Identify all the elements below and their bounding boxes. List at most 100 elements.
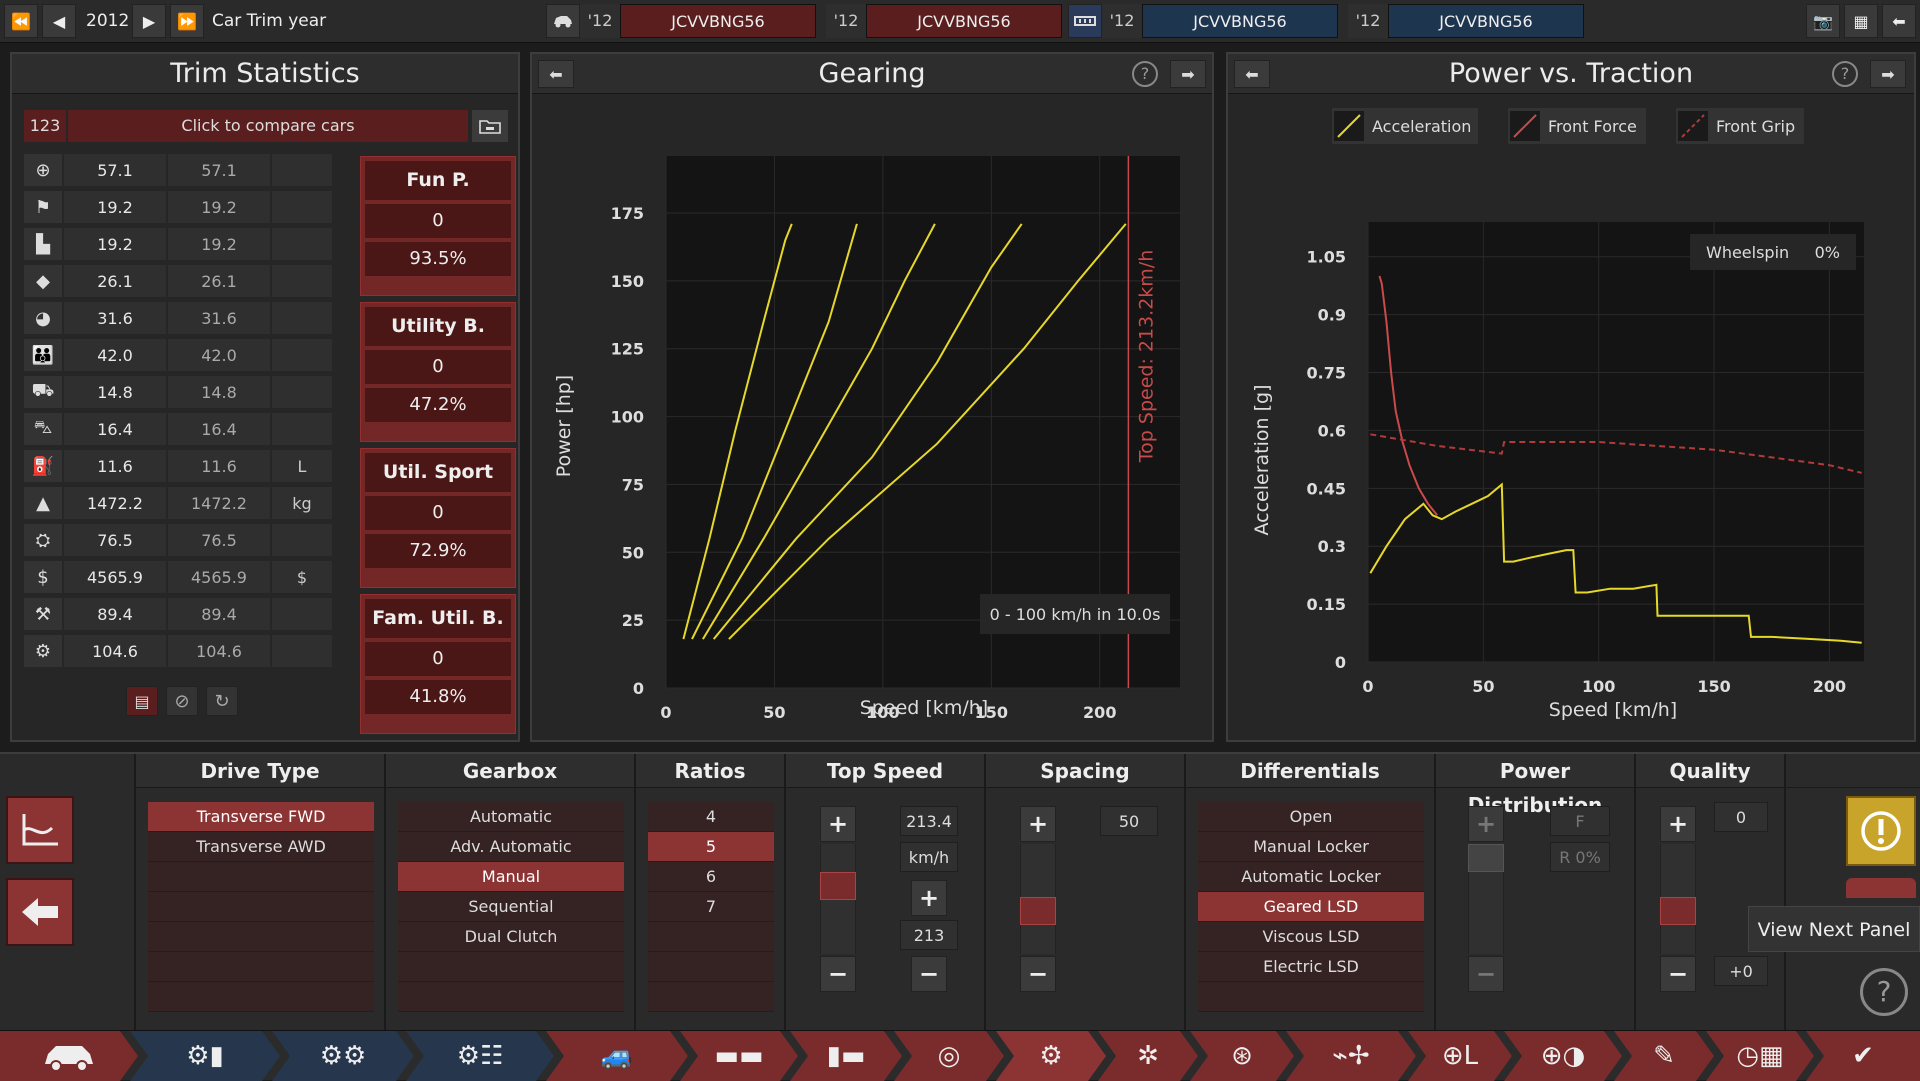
top-speed-slider-handle[interactable]	[820, 872, 856, 900]
stat-compare-value: 1472.2	[168, 487, 270, 519]
prev-year-button[interactable]: ◀	[42, 4, 76, 38]
rating-value: 0	[365, 496, 511, 530]
prev-panel-button[interactable]: ⬅	[538, 60, 574, 88]
power-dist-increase-button[interactable]: +	[1468, 806, 1504, 842]
family-icon: 👪	[24, 339, 62, 371]
tuning-tool-button[interactable]	[6, 796, 74, 864]
car-body-icon	[45, 1046, 93, 1072]
next-panel-button[interactable]: ➡	[1170, 60, 1206, 88]
compare-folder-button[interactable]	[472, 110, 508, 142]
power-dist-slider-handle[interactable]	[1468, 844, 1504, 872]
car-slot-3[interactable]: '12 JCVVBNG56	[1068, 4, 1338, 38]
ratios-option[interactable]: 5	[648, 832, 774, 862]
rating-box: Util. Sport 0 72.9%	[360, 448, 516, 588]
drive-type-option	[148, 862, 374, 892]
top-speed-increase-button[interactable]: +	[820, 806, 856, 842]
help-icon[interactable]: ?	[1860, 968, 1908, 1016]
legend-front-grip[interactable]: Front Grip	[1676, 108, 1804, 144]
drive-type-option[interactable]: Transverse AWD	[148, 832, 374, 862]
next-panel-button[interactable]	[1846, 878, 1916, 898]
differentials-option[interactable]: Automatic Locker	[1198, 862, 1424, 892]
differentials-option[interactable]: Open	[1198, 802, 1424, 832]
y-tick-label: 0.45	[1307, 479, 1346, 498]
drive-type-column: Drive Type Transverse FWD Transverse AWD	[134, 754, 384, 1032]
quality-slider-handle[interactable]	[1660, 897, 1696, 925]
front-power-value: F 100%	[1550, 806, 1610, 861]
tab-handling[interactable]: ⊕◑	[1504, 1031, 1622, 1081]
clear-button[interactable]: ⊘	[166, 686, 198, 716]
ratios-option[interactable]: 6	[648, 862, 774, 892]
gearbox-option[interactable]: Manual	[398, 862, 624, 892]
spacing-decrease-button[interactable]: −	[1020, 956, 1056, 992]
top-speed-fine-decrease-button[interactable]: −	[911, 956, 947, 992]
ratios-option[interactable]: 4	[648, 802, 774, 832]
tab-drivetrain[interactable]: 🚙	[546, 1031, 688, 1081]
tab-fixtures[interactable]: ◎	[894, 1031, 1004, 1081]
differentials-option[interactable]: Viscous LSD	[1198, 922, 1424, 952]
report-button[interactable]: ▤	[126, 686, 158, 716]
spacing-slider-handle[interactable]	[1020, 897, 1056, 925]
drive-type-option	[148, 952, 374, 982]
wheel-icon: ✲	[1137, 1041, 1159, 1071]
engine-icon	[1068, 4, 1102, 38]
tab-engine-parts[interactable]: ⚙▮	[130, 1031, 280, 1081]
tab-chassis[interactable]: ▬▬	[680, 1031, 798, 1081]
power-dist-decrease-button[interactable]: −	[1468, 956, 1504, 992]
tab-wheels[interactable]: ✲	[1098, 1031, 1198, 1081]
next-year-button[interactable]: ▶	[132, 4, 166, 38]
top-speed-fine-increase-button[interactable]: +	[911, 880, 947, 916]
stat-value: 16.4	[64, 413, 166, 445]
tab-gearbox[interactable]: ⚙	[996, 1031, 1106, 1081]
camera-icon: 📷	[1813, 11, 1833, 31]
help-icon[interactable]: ?	[1132, 61, 1158, 87]
headlight-icon: ◎	[937, 1041, 961, 1071]
rewind-year-button[interactable]: ⏪	[4, 4, 38, 38]
differentials-option[interactable]: Geared LSD	[1198, 892, 1424, 922]
left-arrow-icon	[22, 898, 58, 926]
screenshot-button[interactable]: 📷	[1806, 4, 1840, 38]
car-slot-2[interactable]: '12 JCVVBNG56	[826, 4, 1062, 38]
differentials-option[interactable]: Electric LSD	[1198, 952, 1424, 982]
forward-year-button[interactable]: ⏩	[170, 4, 204, 38]
spacing-increase-button[interactable]: +	[1020, 806, 1056, 842]
tab-finish[interactable]: ✔	[1806, 1031, 1920, 1081]
back-button[interactable]: ⬅	[1882, 4, 1916, 38]
back-arrow-button[interactable]	[6, 878, 74, 946]
car-slot-4[interactable]: '12 JCVVBNG56	[1348, 4, 1584, 38]
tab-tuning[interactable]: ✎	[1614, 1031, 1714, 1081]
help-icon[interactable]: ?	[1832, 61, 1858, 87]
gearbox-option[interactable]: Dual Clutch	[398, 922, 624, 952]
tab-brakes[interactable]: ⊛	[1190, 1031, 1294, 1081]
calculator-button[interactable]: ▦	[1844, 4, 1878, 38]
top-speed-decrease-button[interactable]: −	[820, 956, 856, 992]
reset-button[interactable]: ↻	[206, 686, 238, 716]
prev-panel-button[interactable]: ⬅	[1234, 60, 1270, 88]
tab-interior[interactable]: ▮▬	[790, 1031, 902, 1081]
stat-row: ⚙ 104.6 104.6	[24, 635, 342, 669]
compare-cars-button[interactable]: Click to compare cars	[68, 110, 468, 142]
tab-engine-design[interactable]: ⚙⚙	[272, 1031, 414, 1081]
tab-aero[interactable]: ⌁✢	[1286, 1031, 1416, 1081]
drive-type-option[interactable]: Transverse FWD	[148, 802, 374, 832]
gearbox-option[interactable]: Automatic	[398, 802, 624, 832]
tab-body[interactable]	[0, 1031, 138, 1081]
ratios-option[interactable]: 7	[648, 892, 774, 922]
engine-tuning-icon: ⚙☷	[456, 1041, 504, 1071]
tab-steering[interactable]: ⊕L	[1408, 1031, 1512, 1081]
legend-acceleration[interactable]: Acceleration	[1332, 108, 1478, 144]
y-tick-label: 0	[633, 679, 644, 698]
tab-testing[interactable]: ◷▦	[1706, 1031, 1814, 1081]
tab-engine-tuning[interactable]: ⚙☷	[406, 1031, 554, 1081]
y-axis-label: Acceleration [g]	[1251, 385, 1273, 536]
next-panel-button[interactable]: ➡	[1870, 60, 1906, 88]
car-slot-1[interactable]: '12 JCVVBNG56	[546, 4, 816, 38]
quality-increase-button[interactable]: +	[1660, 806, 1696, 842]
gearbox-option[interactable]: Sequential	[398, 892, 624, 922]
gearbox-option[interactable]: Adv. Automatic	[398, 832, 624, 862]
rating-percent: 93.5%	[365, 242, 511, 276]
rating-box: Fam. Util. B. 0 41.8%	[360, 594, 516, 734]
warning-button[interactable]	[1846, 796, 1916, 866]
differentials-option[interactable]: Manual Locker	[1198, 832, 1424, 862]
legend-front-force[interactable]: Front Force	[1508, 108, 1646, 144]
quality-decrease-button[interactable]: −	[1660, 956, 1696, 992]
